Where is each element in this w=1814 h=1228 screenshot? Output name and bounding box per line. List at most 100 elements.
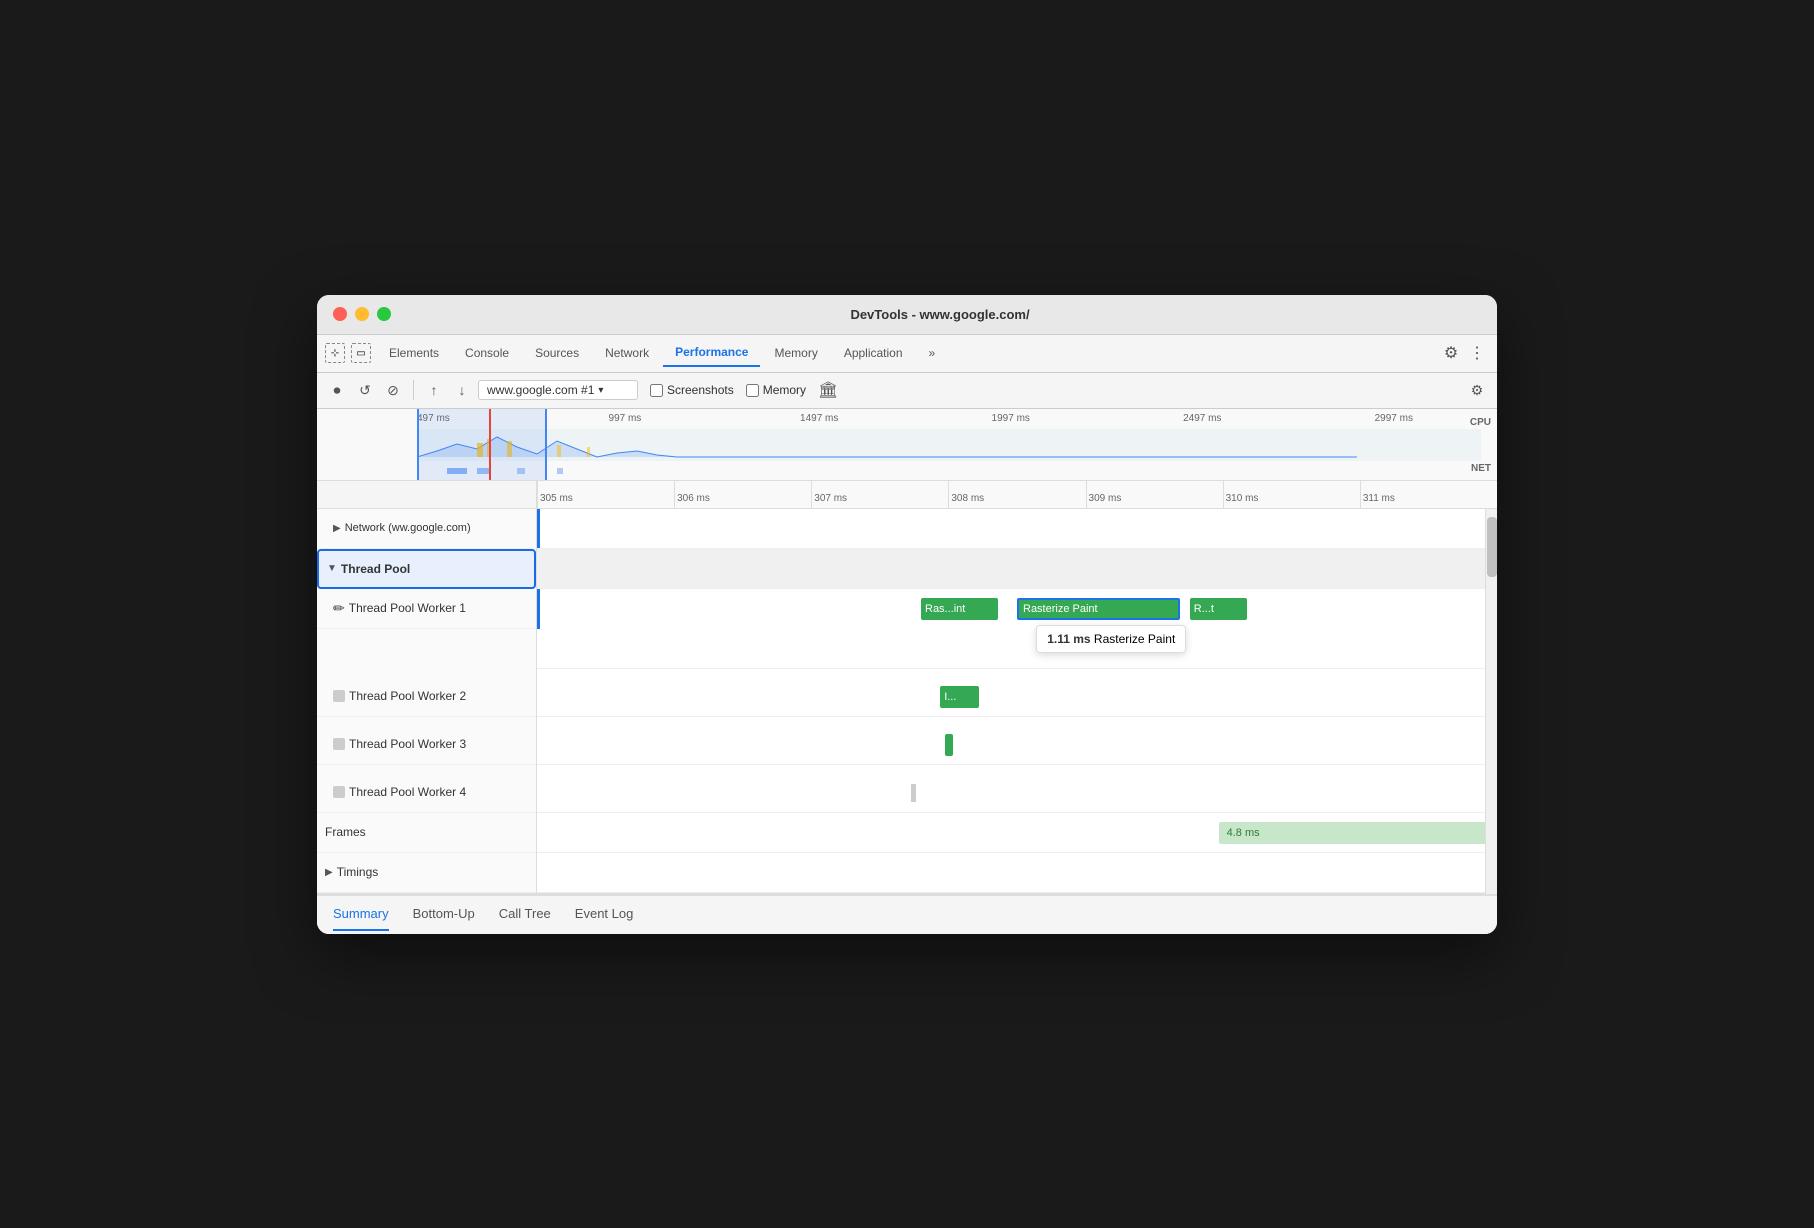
canvas-row-network: [537, 509, 1497, 549]
maximize-button[interactable]: [377, 307, 391, 321]
ms-tick-6: 311 ms: [1360, 481, 1395, 508]
track-label-frames: Frames: [317, 813, 536, 853]
frames-bar[interactable]: 4.8 ms: [1219, 822, 1497, 844]
upload-button[interactable]: ↑: [422, 378, 446, 402]
task-worker3[interactable]: [945, 734, 953, 756]
tab-bottom-up[interactable]: Bottom-Up: [413, 898, 475, 931]
track-area: ▶ Network (ww.google.com) ▼ Thread Pool …: [317, 481, 1497, 894]
window-title: DevTools - www.google.com/: [399, 307, 1481, 322]
cpu-chart-svg: [417, 429, 1481, 461]
worker1-label: Thread Pool Worker 1: [349, 601, 466, 615]
download-button[interactable]: ↓: [450, 378, 474, 402]
tab-application[interactable]: Application: [832, 340, 915, 366]
tab-performance[interactable]: Performance: [663, 339, 760, 367]
tooltip-time: 1.11 ms: [1047, 632, 1090, 646]
track-label-timings[interactable]: ▶ Timings: [317, 853, 536, 893]
memory-label: Memory: [763, 383, 806, 397]
titlebar: DevTools - www.google.com/: [317, 295, 1497, 335]
track-label-worker3: Thread Pool Worker 3: [317, 725, 536, 765]
thread-pool-label: Thread Pool: [341, 562, 410, 576]
tab-event-log[interactable]: Event Log: [575, 898, 634, 931]
track-label-thread-pool[interactable]: ▼ Thread Pool: [317, 549, 536, 589]
track-label-worker2: Thread Pool Worker 2: [317, 677, 536, 717]
thread-pool-expand-icon[interactable]: ▼: [327, 563, 337, 574]
canvas-row-frames: 4.8 ms: [537, 813, 1497, 853]
worker2-icon: [333, 690, 345, 702]
screenshots-checkbox-label[interactable]: Screenshots: [650, 383, 734, 397]
screenshots-label: Screenshots: [667, 383, 734, 397]
worker4-label: Thread Pool Worker 4: [349, 785, 466, 799]
tab-console[interactable]: Console: [453, 340, 521, 366]
overview-ruler: 497 ms 997 ms 1497 ms 1997 ms 2497 ms 29…: [417, 413, 1481, 429]
chevron-down-icon: ▾: [598, 385, 603, 396]
vertical-scrollbar[interactable]: [1485, 509, 1497, 894]
url-selector-value: www.google.com #1: [487, 383, 594, 397]
performance-panel: CPU NET 497 ms 997 ms 1497 ms 1997 ms 24…: [317, 409, 1497, 934]
camera-icon[interactable]: 🏛: [818, 380, 838, 400]
task-i[interactable]: I...: [940, 686, 978, 708]
canvas-row-thread-pool: [537, 549, 1497, 589]
network-label: Network (ww.google.com): [345, 522, 471, 534]
memory-checkbox-label[interactable]: Memory: [746, 383, 806, 397]
timings-label: Timings: [337, 865, 379, 879]
net-chart: [417, 463, 1481, 473]
task-ras-int[interactable]: Ras...int: [921, 598, 998, 620]
tab-more[interactable]: »: [917, 340, 948, 366]
tab-sources[interactable]: Sources: [523, 340, 591, 366]
ms-ruler: 305 ms 306 ms 307 ms 308 ms 309 ms 310 m…: [537, 481, 1497, 509]
timings-expand-icon[interactable]: ▶: [325, 867, 333, 878]
network-expand-icon[interactable]: ▶: [333, 523, 341, 534]
ms-tick-3: 308 ms: [948, 481, 984, 508]
task-rasterize-paint[interactable]: Rasterize Paint: [1017, 598, 1180, 620]
checkbox-group: Screenshots Memory 🏛: [650, 380, 838, 400]
ruler-header: [317, 481, 536, 509]
tab-elements[interactable]: Elements: [377, 340, 451, 366]
reload-button[interactable]: ↺: [353, 378, 377, 402]
pencil-icon[interactable]: ✏: [333, 600, 345, 617]
ruler-tick-3: 1997 ms: [992, 413, 1030, 424]
close-button[interactable]: [333, 307, 347, 321]
tab-call-tree[interactable]: Call Tree: [499, 898, 551, 931]
scrollbar-thumb[interactable]: [1487, 517, 1497, 577]
tab-memory[interactable]: Memory: [762, 340, 829, 366]
worker4-icon: [333, 786, 345, 798]
tab-network[interactable]: Network: [593, 340, 661, 366]
detail-area: ▶ Network (ww.google.com) ▼ Thread Pool …: [317, 481, 1497, 894]
ms-tick-4: 309 ms: [1086, 481, 1122, 508]
worker1-indicator: [537, 589, 540, 629]
ruler-tick-1: 997 ms: [609, 413, 642, 424]
tab-summary[interactable]: Summary: [333, 898, 389, 931]
ms-tick-1: 306 ms: [674, 481, 710, 508]
devtools-more-icon[interactable]: ⋮: [1465, 341, 1489, 365]
selection-highlight: [417, 409, 547, 480]
minimize-button[interactable]: [355, 307, 369, 321]
timeline-overview[interactable]: CPU NET 497 ms 997 ms 1497 ms 1997 ms 24…: [317, 409, 1497, 481]
screenshots-checkbox[interactable]: [650, 384, 663, 397]
task-rt[interactable]: R...t: [1190, 598, 1248, 620]
cursor-icon[interactable]: ⊹: [325, 343, 345, 363]
record-button[interactable]: ⏺: [325, 378, 349, 402]
track-label-worker1: ✏ Thread Pool Worker 1: [317, 589, 536, 629]
url-selector[interactable]: www.google.com #1 ▾: [478, 380, 638, 400]
ms-tick-2: 307 ms: [811, 481, 847, 508]
net-chart-svg: [417, 466, 1481, 476]
device-icon[interactable]: ▭: [351, 343, 371, 363]
ms-tick-5: 310 ms: [1223, 481, 1259, 508]
canvas-tracks: Ras...int Rasterize Paint R...t: [537, 509, 1497, 893]
canvas-row-worker3: [537, 725, 1497, 765]
track-canvas: 305 ms 306 ms 307 ms 308 ms 309 ms 310 m…: [537, 481, 1497, 893]
task-worker4[interactable]: [911, 784, 916, 802]
traffic-lights: [333, 307, 391, 321]
network-indicator: [537, 509, 540, 548]
devtools-settings-icon[interactable]: ⚙: [1439, 341, 1463, 365]
timeline-marker: [489, 409, 491, 480]
tooltip: 1.11 ms Rasterize Paint: [1036, 625, 1186, 653]
memory-checkbox[interactable]: [746, 384, 759, 397]
track-label-network[interactable]: ▶ Network (ww.google.com): [317, 509, 536, 549]
ruler-tick-4: 2497 ms: [1183, 413, 1221, 424]
clear-button[interactable]: ⊘: [381, 378, 405, 402]
canvas-row-timings: [537, 853, 1497, 893]
settings-icon[interactable]: ⚙: [1465, 378, 1489, 402]
track-labels: ▶ Network (ww.google.com) ▼ Thread Pool …: [317, 481, 537, 893]
worker2-label: Thread Pool Worker 2: [349, 689, 466, 703]
